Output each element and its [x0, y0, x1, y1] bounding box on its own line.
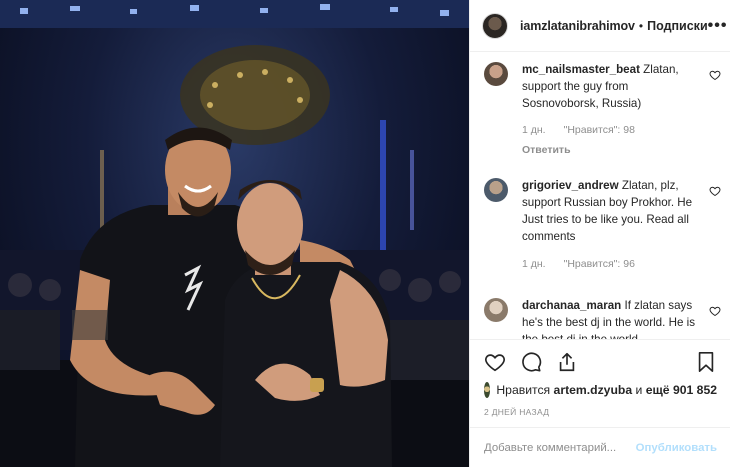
like-heart-icon[interactable] [484, 351, 506, 373]
post-photo[interactable] [0, 0, 469, 467]
comment-like-heart-icon[interactable] [709, 69, 721, 81]
author-username[interactable]: iamzlatanibrahimov [520, 19, 635, 33]
publish-button[interactable]: Опубликовать [636, 442, 717, 454]
more-options-icon[interactable]: ••• [708, 17, 728, 35]
liker-avatar[interactable] [484, 382, 491, 398]
comment-reply-button[interactable]: Ответить [522, 142, 707, 159]
add-comment-input[interactable] [484, 441, 634, 454]
comments-list[interactable]: mc_nailsmaster_beat Zlatan, support the … [470, 53, 730, 339]
comment-meta: 1 дн. "Нравится": 98 [522, 122, 707, 139]
comment-item: darchanaa_maran If zlatan says he's the … [470, 273, 730, 339]
share-icon[interactable] [556, 351, 578, 373]
comment-username[interactable]: mc_nailsmaster_beat [522, 63, 640, 76]
comment-likes[interactable]: "Нравится": 98 [564, 122, 635, 139]
likes-count[interactable]: ещё 901 852 [646, 383, 717, 397]
post-header: iamzlatanibrahimov • Подписки ••• [470, 0, 730, 52]
add-comment-row: Опубликовать [470, 427, 730, 467]
comment-item: mc_nailsmaster_beat Zlatan, support the … [470, 53, 730, 159]
comment-body: darchanaa_maran If zlatan says he's the … [522, 297, 707, 339]
comment-username[interactable]: grigoriev_andrew [522, 179, 619, 192]
post-date[interactable]: 2 ДНЕЙ НАЗАД [484, 407, 717, 417]
likes-and: и [635, 383, 643, 397]
comment-likes[interactable]: "Нравится": 96 [564, 256, 635, 273]
bookmark-icon[interactable] [695, 351, 717, 373]
comment-bubble-icon[interactable] [520, 351, 542, 373]
comment-username[interactable]: darchanaa_maran [522, 299, 621, 312]
post-side-panel: iamzlatanibrahimov • Подписки ••• mc_nai… [469, 0, 730, 467]
likes-prefix: Нравится [496, 383, 551, 397]
comment-item: grigoriev_andrew Zlatan, plz, support Ru… [470, 159, 730, 273]
comment-body: mc_nailsmaster_beat Zlatan, support the … [522, 61, 707, 159]
comment-like-heart-icon[interactable] [709, 305, 721, 317]
post-photo-illustration [0, 0, 469, 467]
comment-avatar[interactable] [484, 298, 508, 322]
comment-body: grigoriev_andrew Zlatan, plz, support Ru… [522, 177, 707, 273]
header-separator: • [638, 18, 644, 33]
comment-like-heart-icon[interactable] [709, 185, 721, 197]
post-actions: Нравится artem.dzyuba и ещё 901 852 2 ДН… [470, 339, 730, 417]
liker-username[interactable]: artem.dzyuba [554, 383, 633, 397]
comment-avatar[interactable] [484, 178, 508, 202]
following-button[interactable]: Подписки [647, 19, 708, 33]
comment-meta: 1 дн. "Нравится": 96 [522, 256, 707, 273]
likes-summary: Нравится artem.dzyuba и ещё 901 852 [484, 382, 717, 398]
author-avatar[interactable] [482, 12, 508, 39]
comment-time: 1 дн. [522, 124, 546, 136]
comment-avatar[interactable] [484, 62, 508, 86]
comment-time: 1 дн. [522, 258, 546, 270]
action-icons-row [484, 350, 717, 374]
